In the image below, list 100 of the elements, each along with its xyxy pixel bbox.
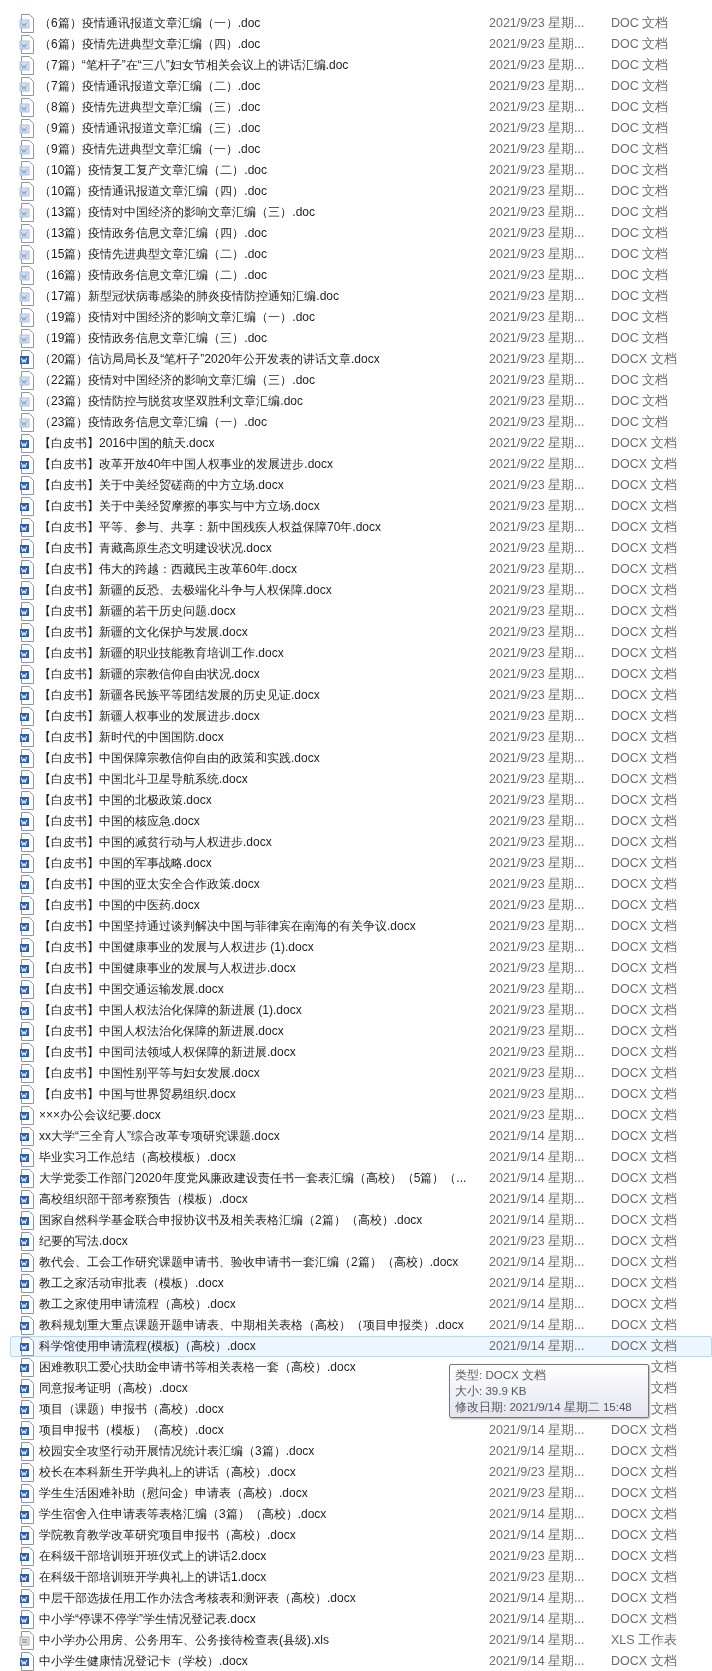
document-icon xyxy=(19,770,35,789)
document-icon xyxy=(19,35,35,54)
document-icon xyxy=(19,1190,35,1209)
file-type: DOC 文档 xyxy=(611,393,669,410)
date-modified: 2021/9/23 星期... xyxy=(489,15,586,32)
file-type: DOC 文档 xyxy=(611,309,669,326)
file-type: DOCX 文档 xyxy=(611,1422,677,1439)
document-icon xyxy=(19,350,35,369)
date-modified: 2021/9/23 星期... xyxy=(489,1107,586,1124)
file-type: DOCX 文档 xyxy=(611,1023,677,1040)
date-modified: 2021/9/23 星期... xyxy=(489,162,586,179)
date-modified: 2021/9/23 星期... xyxy=(489,918,586,935)
date-modified: 2021/9/23 星期... xyxy=(489,120,586,137)
file-type: DOCX 文档 xyxy=(611,939,677,956)
file-name: 校长在本科新生开学典礼上的讲话（高校）.docx xyxy=(39,1464,296,1481)
file-name: 困难教职工爱心扶助金申请书等相关表格一套（高校）.docx xyxy=(39,1359,356,1376)
file-name: 教工之家活动审批表（模板）.docx xyxy=(39,1275,224,1292)
file-row[interactable]: 科学馆使用申请流程(模板)（高校）.docx 2021/9/14 星期... DOCX 文档 xyxy=(10,1336,712,1357)
file-type: DOCX 文档 xyxy=(611,1485,677,1502)
file-name: 【白皮书】改革开放40年中国人权事业的发展进步.docx xyxy=(39,456,334,473)
file-name: 【白皮书】中国保障宗教信仰自由的政策和实践.docx xyxy=(39,750,320,767)
date-modified: 2021/9/14 星期... xyxy=(489,1506,586,1523)
date-modified: 2021/9/23 星期... xyxy=(489,1464,586,1481)
file-name: 【白皮书】新疆人权事业的发展进步.docx xyxy=(39,708,260,725)
file-name: 毕业实习工作总结（高校模板）.docx xyxy=(39,1149,236,1166)
file-type: DOCX 文档 xyxy=(611,771,677,788)
document-icon xyxy=(19,917,35,936)
date-modified: 2021/9/23 星期... xyxy=(489,1044,586,1061)
document-icon xyxy=(19,308,35,327)
file-type: DOC 文档 xyxy=(611,57,669,74)
file-type: DOCX 文档 xyxy=(611,960,677,977)
date-modified: 2021/9/14 星期... xyxy=(489,1170,586,1187)
file-name: 【白皮书】2016中国的航天.docx xyxy=(39,435,215,452)
document-icon xyxy=(19,623,35,642)
file-type: DOCX 文档 xyxy=(611,792,677,809)
file-name: 同意报考证明（高校）.docx xyxy=(39,1380,188,1397)
file-name: （19篇）疫情对中国经济的影响文章汇编（一）.doc xyxy=(39,309,316,326)
document-icon xyxy=(19,707,35,726)
file-type: DOCX 文档 xyxy=(611,834,677,851)
file-type: DOCX 文档 xyxy=(611,666,677,683)
date-modified: 2021/9/14 星期... xyxy=(489,1275,586,1292)
document-icon xyxy=(19,77,35,96)
document-icon xyxy=(19,959,35,978)
file-type: DOCX 文档 xyxy=(611,645,677,662)
document-icon xyxy=(19,518,35,537)
document-icon xyxy=(19,287,35,306)
document-icon xyxy=(19,1421,35,1440)
file-type: DOCX 文档 xyxy=(611,1254,677,1271)
document-icon xyxy=(19,812,35,831)
document-icon xyxy=(19,875,35,894)
document-icon xyxy=(19,1001,35,1020)
file-type: DOCX 文档 xyxy=(611,498,677,515)
file-name: 科学馆使用申请流程(模板)（高校）.docx xyxy=(39,1338,256,1355)
document-icon xyxy=(19,1505,35,1524)
document-icon xyxy=(19,1337,35,1356)
file-name: （9篇）疫情先进典型文章汇编（一）.doc xyxy=(39,141,261,158)
document-icon xyxy=(19,539,35,558)
file-type: DOCX 文档 xyxy=(611,1338,677,1355)
document-icon xyxy=(19,833,35,852)
date-modified: 2021/9/14 星期... xyxy=(489,1317,586,1334)
file-type: DOCX 文档 xyxy=(611,519,677,536)
file-name: 中小学办公用房、公务用车、公务接待检查表(县级).xls xyxy=(39,1632,329,1649)
file-type: DOCX 文档 xyxy=(611,1128,677,1145)
date-modified: 2021/9/14 星期... xyxy=(489,1422,586,1439)
file-name: 【白皮书】中国交通运输发展.docx xyxy=(39,981,224,998)
document-icon xyxy=(19,224,35,243)
file-name: （13篇）疫情对中国经济的影响文章汇编（三）.doc xyxy=(39,204,316,221)
file-name: 国家自然科学基金联合申报协议书及相关表格汇编（2篇）（高校）.docx xyxy=(39,1212,423,1229)
file-name: （20篇）信访局局长及“笔杆子”2020年公开发表的讲话文章.docx xyxy=(39,351,380,368)
document-icon xyxy=(19,1526,35,1545)
document-icon xyxy=(19,161,35,180)
file-type: DOC 文档 xyxy=(611,15,669,32)
file-type: DOCX 文档 xyxy=(611,1527,677,1544)
date-modified: 2021/9/23 星期... xyxy=(489,1065,586,1082)
file-name: 学生生活困难补助（慰问金）申请表（高校）.docx xyxy=(39,1485,308,1502)
date-modified: 2021/9/22 星期... xyxy=(489,435,586,452)
document-icon xyxy=(19,1442,35,1461)
file-name: 【白皮书】中国坚持通过谈判解决中国与菲律宾在南海的有关争议.docx xyxy=(39,918,416,935)
file-type: DOC 文档 xyxy=(611,141,669,158)
document-icon xyxy=(19,581,35,600)
file-name: 校园安全攻坚行动开展情况统计表汇编（3篇）.docx xyxy=(39,1443,315,1460)
file-type: DOCX 文档 xyxy=(611,687,677,704)
document-icon xyxy=(19,1127,35,1146)
date-modified: 2021/9/23 星期... xyxy=(489,36,586,53)
date-modified: 2021/9/22 星期... xyxy=(489,456,586,473)
document-icon xyxy=(19,497,35,516)
file-type: DOCX 文档 xyxy=(611,708,677,725)
date-modified: 2021/9/23 星期... xyxy=(489,876,586,893)
date-modified: 2021/9/23 星期... xyxy=(489,99,586,116)
document-icon xyxy=(19,56,35,75)
file-name: 【白皮书】中国的军事战略.docx xyxy=(39,855,212,872)
file-type: DOC 文档 xyxy=(611,204,669,221)
document-icon xyxy=(19,665,35,684)
file-type: DOC 文档 xyxy=(611,414,669,431)
file-type: DOC 文档 xyxy=(611,372,669,389)
file-name: 教科规划重大重点课题开题申请表、中期相关表格（高校）（项目申报类）.docx xyxy=(39,1317,464,1334)
file-type: DOC 文档 xyxy=(611,330,669,347)
file-name: ×××办公会议纪要.docx xyxy=(39,1107,161,1124)
file-type: DOC 文档 xyxy=(611,183,669,200)
date-modified: 2021/9/23 星期... xyxy=(489,582,586,599)
